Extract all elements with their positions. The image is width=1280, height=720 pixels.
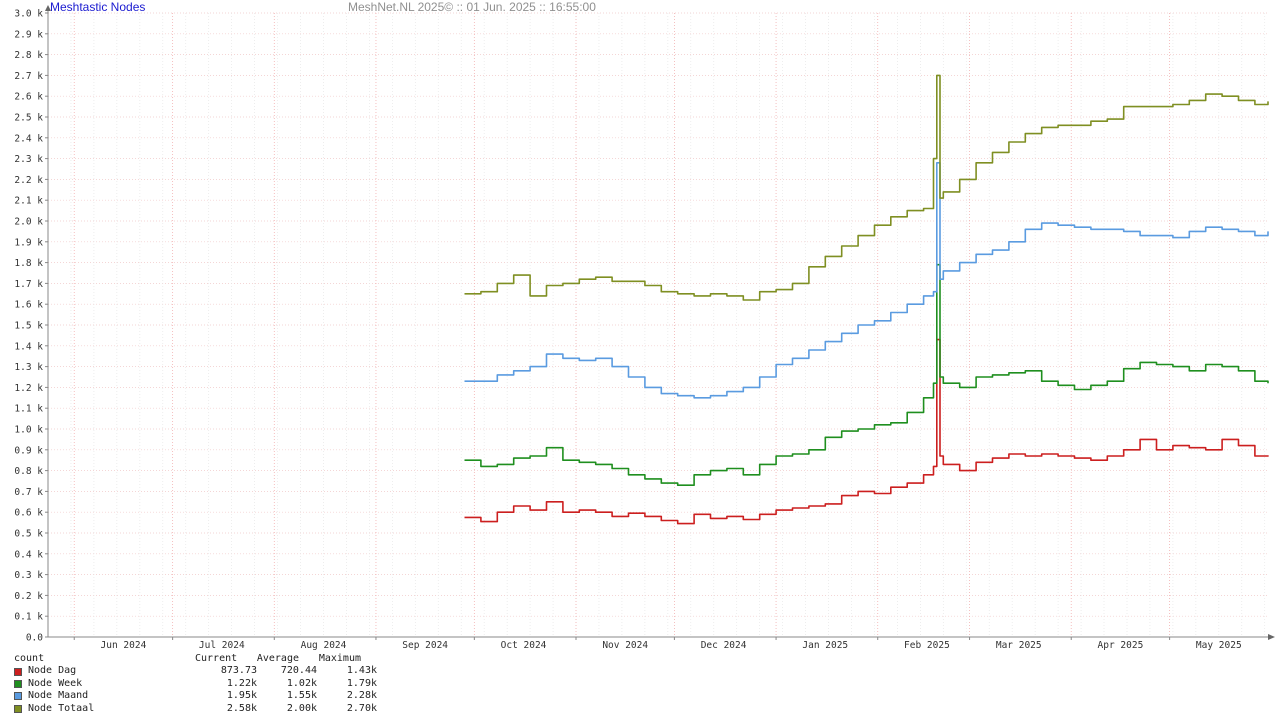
legend-average-value: 1.02k — [286, 677, 317, 689]
y-tick-label: 2.6 k — [14, 92, 43, 103]
legend-series-name: Node Totaal — [28, 702, 95, 714]
y-tick-label: 1.7 k — [14, 279, 43, 290]
x-tick-label: Oct 2024 — [501, 640, 547, 651]
legend: count Current Average Maximum Node Dag 8… — [14, 653, 377, 715]
x-tick-label: Jul 2024 — [199, 640, 245, 651]
x-tick-label: Dec 2024 — [701, 640, 747, 651]
y-tick-label: 2.9 k — [14, 29, 43, 40]
y-tick-label: 2.4 k — [14, 133, 43, 144]
legend-maximum-value: 1.43k — [346, 665, 377, 677]
y-tick-label: 3.0 k — [14, 9, 43, 20]
legend-series-name: Node Week — [28, 677, 83, 689]
series-line-node-week — [464, 263, 1269, 486]
legend-current-value: 1.22k — [226, 677, 257, 689]
legend-average-value: 1.55k — [286, 690, 317, 702]
legend-maximum-value: 2.70k — [346, 702, 377, 714]
x-axis-arrow — [1268, 634, 1275, 640]
legend-maximum-value: 1.79k — [346, 677, 377, 689]
y-tick-label: 1.1 k — [14, 404, 43, 415]
legend-header: count Current Average Maximum — [14, 653, 377, 665]
legend-row-node-dag: Node Dag 873.73 720.44 1.43k — [14, 665, 377, 677]
y-tick-label: 1.5 k — [14, 321, 43, 332]
series-line-node-dag — [464, 338, 1269, 525]
y-tick-label: 0.6 k — [14, 508, 43, 519]
legend-series-name: Node Maand — [28, 690, 89, 702]
y-tick-label: 1.4 k — [14, 341, 43, 352]
y-tick-label: 2.7 k — [14, 71, 43, 82]
y-tick-label: 2.8 k — [14, 50, 43, 61]
legend-current-value: 2.58k — [226, 702, 257, 714]
legend-swatch — [14, 704, 22, 713]
y-tick-label: 1.0 k — [14, 425, 43, 436]
y-tick-label: 1.3 k — [14, 362, 43, 373]
series-lines — [464, 74, 1269, 525]
legend-row-node-totaal: Node Totaal 2.58k 2.00k 2.70k — [14, 703, 377, 715]
y-tick-label: 0.5 k — [14, 529, 43, 540]
line-chart: 0.0 0.1 k 0.2 k 0.3 k 0.4 k 0.5 k 0.6 k 0.7 k 0.… — [14, 5, 1275, 651]
series-line-node-totaal — [464, 74, 1269, 301]
x-tick-label: Mar 2025 — [996, 640, 1042, 651]
legend-col-current: Current — [195, 653, 238, 664]
y-tick-label: 2.2 k — [14, 175, 43, 186]
watermark-timestamp: MeshNet.NL 2025© :: 01 Jun. 2025 :: 16:5… — [348, 0, 596, 14]
y-tick-label: 0.1 k — [14, 612, 43, 623]
y-axis: 0.0 0.1 k 0.2 k 0.3 k 0.4 k 0.5 k 0.6 k 0.7 k 0.… — [14, 5, 51, 644]
legend-current-value: 873.73 — [220, 665, 257, 677]
legend-swatch — [14, 667, 22, 676]
y-tick-label: 2.3 k — [14, 154, 43, 165]
x-axis: Jun 2024 Jul 2024 Aug 2024 Sep 2024 Oct 2024… — [48, 634, 1275, 651]
y-tick-label: 0.3 k — [14, 570, 43, 581]
x-tick-label: Feb 2025 — [904, 640, 950, 651]
y-tick-label: 1.8 k — [14, 258, 43, 269]
legend-swatch — [14, 679, 22, 688]
y-tick-label: 0.8 k — [14, 466, 43, 477]
minor-gridlines — [47, 12, 1268, 638]
legend-col-average: Average — [256, 653, 299, 664]
legend-average-value: 2.00k — [286, 702, 317, 714]
legend-row-node-maand: Node Maand 1.95k 1.55k 2.28k — [14, 690, 377, 702]
x-tick-label: May 2025 — [1196, 640, 1242, 651]
x-tick-label: Jun 2024 — [101, 640, 147, 651]
legend-row-node-week: Node Week 1.22k 1.02k 1.79k — [14, 678, 377, 690]
y-tick-label: 1.2 k — [14, 383, 43, 394]
legend-swatch — [14, 692, 22, 701]
y-tick-label: 0.4 k — [14, 549, 43, 560]
legend-count-label: count — [14, 653, 45, 664]
y-tick-label: 1.6 k — [14, 300, 43, 311]
y-tick-label: 2.1 k — [14, 196, 43, 207]
y-tick-label: 0.7 k — [14, 487, 43, 498]
x-tick-label: Jan 2025 — [802, 640, 848, 651]
y-tick-label: 1.9 k — [14, 237, 43, 248]
y-tick-label: 0.9 k — [14, 445, 43, 456]
x-tick-label: Sep 2024 — [402, 640, 448, 651]
x-tick-label: Apr 2025 — [1098, 640, 1144, 651]
y-tick-label: 2.0 k — [14, 217, 43, 228]
x-tick-label: Aug 2024 — [301, 640, 347, 651]
y-tick-label: 0.2 k — [14, 591, 43, 602]
legend-series-name: Node Dag — [28, 665, 77, 677]
legend-maximum-value: 2.28k — [346, 690, 377, 702]
chart-title-link[interactable]: Meshtastic Nodes — [50, 0, 145, 14]
legend-current-value: 1.95k — [226, 690, 257, 702]
x-tick-label: Nov 2024 — [602, 640, 648, 651]
y-tick-label: 0.0 — [26, 633, 43, 644]
y-tick-label: 2.5 k — [14, 113, 43, 124]
legend-col-maximum: Maximum — [318, 653, 361, 664]
legend-average-value: 720.44 — [280, 665, 317, 677]
